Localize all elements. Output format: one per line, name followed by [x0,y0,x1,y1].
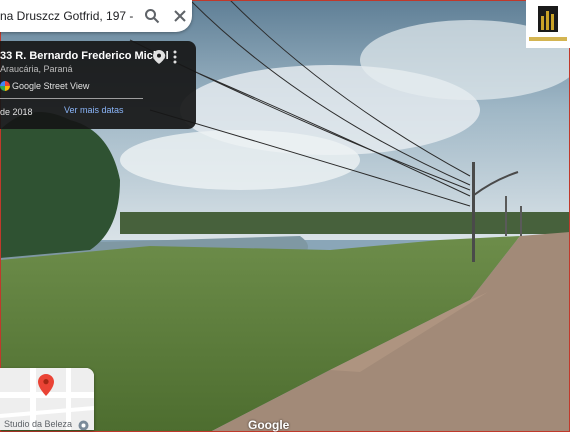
minimap-place-label: Studio da Beleza [4,419,73,429]
card-divider [0,98,143,99]
distant-treeline [120,212,570,234]
close-icon[interactable] [168,4,192,28]
more-vert-icon[interactable] [172,50,178,69]
search-icon[interactable] [141,4,165,28]
search-input[interactable]: na Druszcz Gotfrid, 197 - Pas [0,9,137,23]
source-label: Google Street View [12,81,90,91]
more-dates-link[interactable]: Ver mais datas [64,105,124,115]
street-view-logo-icon [0,81,10,91]
capture-date: de 2018 [0,107,33,117]
brand-logo [526,0,570,48]
street-view-info-card: 33 R. Bernardo Frederico Michel Araucári… [0,41,196,129]
place-subtitle: Araucária, Paraná [0,64,73,74]
minimap[interactable]: Studio da Beleza [0,368,94,430]
map-marker-icon[interactable] [38,374,54,401]
google-watermark: Google [248,418,290,432]
pin-icon[interactable] [153,50,165,69]
search-box[interactable]: na Druszcz Gotfrid, 197 - Pas [0,0,192,32]
utility-pole [472,162,475,262]
place-icon [78,418,89,430]
place-title: 33 R. Bernardo Frederico Michel [0,50,169,62]
